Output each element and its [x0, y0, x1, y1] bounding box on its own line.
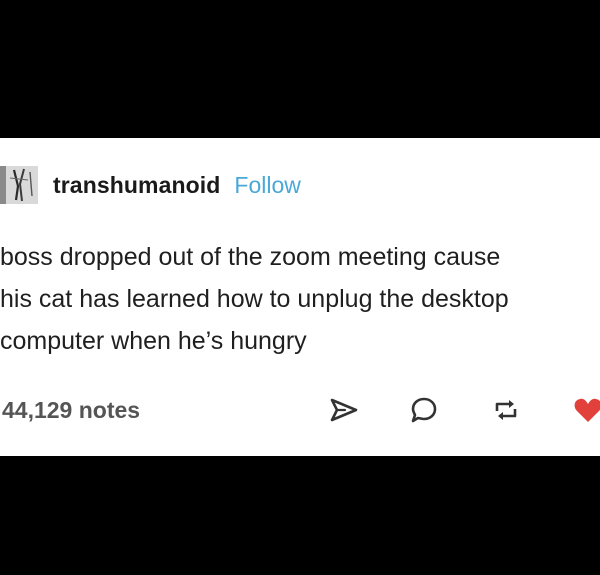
reply-icon — [411, 397, 437, 423]
post-footer: 44,129 notes — [0, 390, 600, 430]
notes-count[interactable]: 44,129 notes — [2, 397, 140, 424]
username[interactable]: transhumanoid — [53, 172, 220, 199]
post-actions — [326, 390, 600, 430]
tumblr-post-card: transhumanoid Follow boss dropped out of… — [0, 138, 600, 456]
post-body: boss dropped out of the zoom meeting cau… — [0, 243, 509, 355]
reblog-button[interactable] — [488, 392, 524, 428]
share-icon — [330, 398, 358, 422]
share-button[interactable] — [326, 392, 362, 428]
screenshot-frame: transhumanoid Follow boss dropped out of… — [0, 0, 600, 575]
avatar[interactable] — [0, 166, 38, 204]
follow-button[interactable]: Follow — [234, 172, 300, 199]
like-button[interactable] — [570, 392, 600, 428]
reblog-icon — [495, 400, 517, 420]
post-header: transhumanoid Follow — [0, 165, 301, 205]
reply-button[interactable] — [406, 392, 442, 428]
avatar-image — [0, 166, 38, 204]
heart-icon — [574, 398, 600, 422]
